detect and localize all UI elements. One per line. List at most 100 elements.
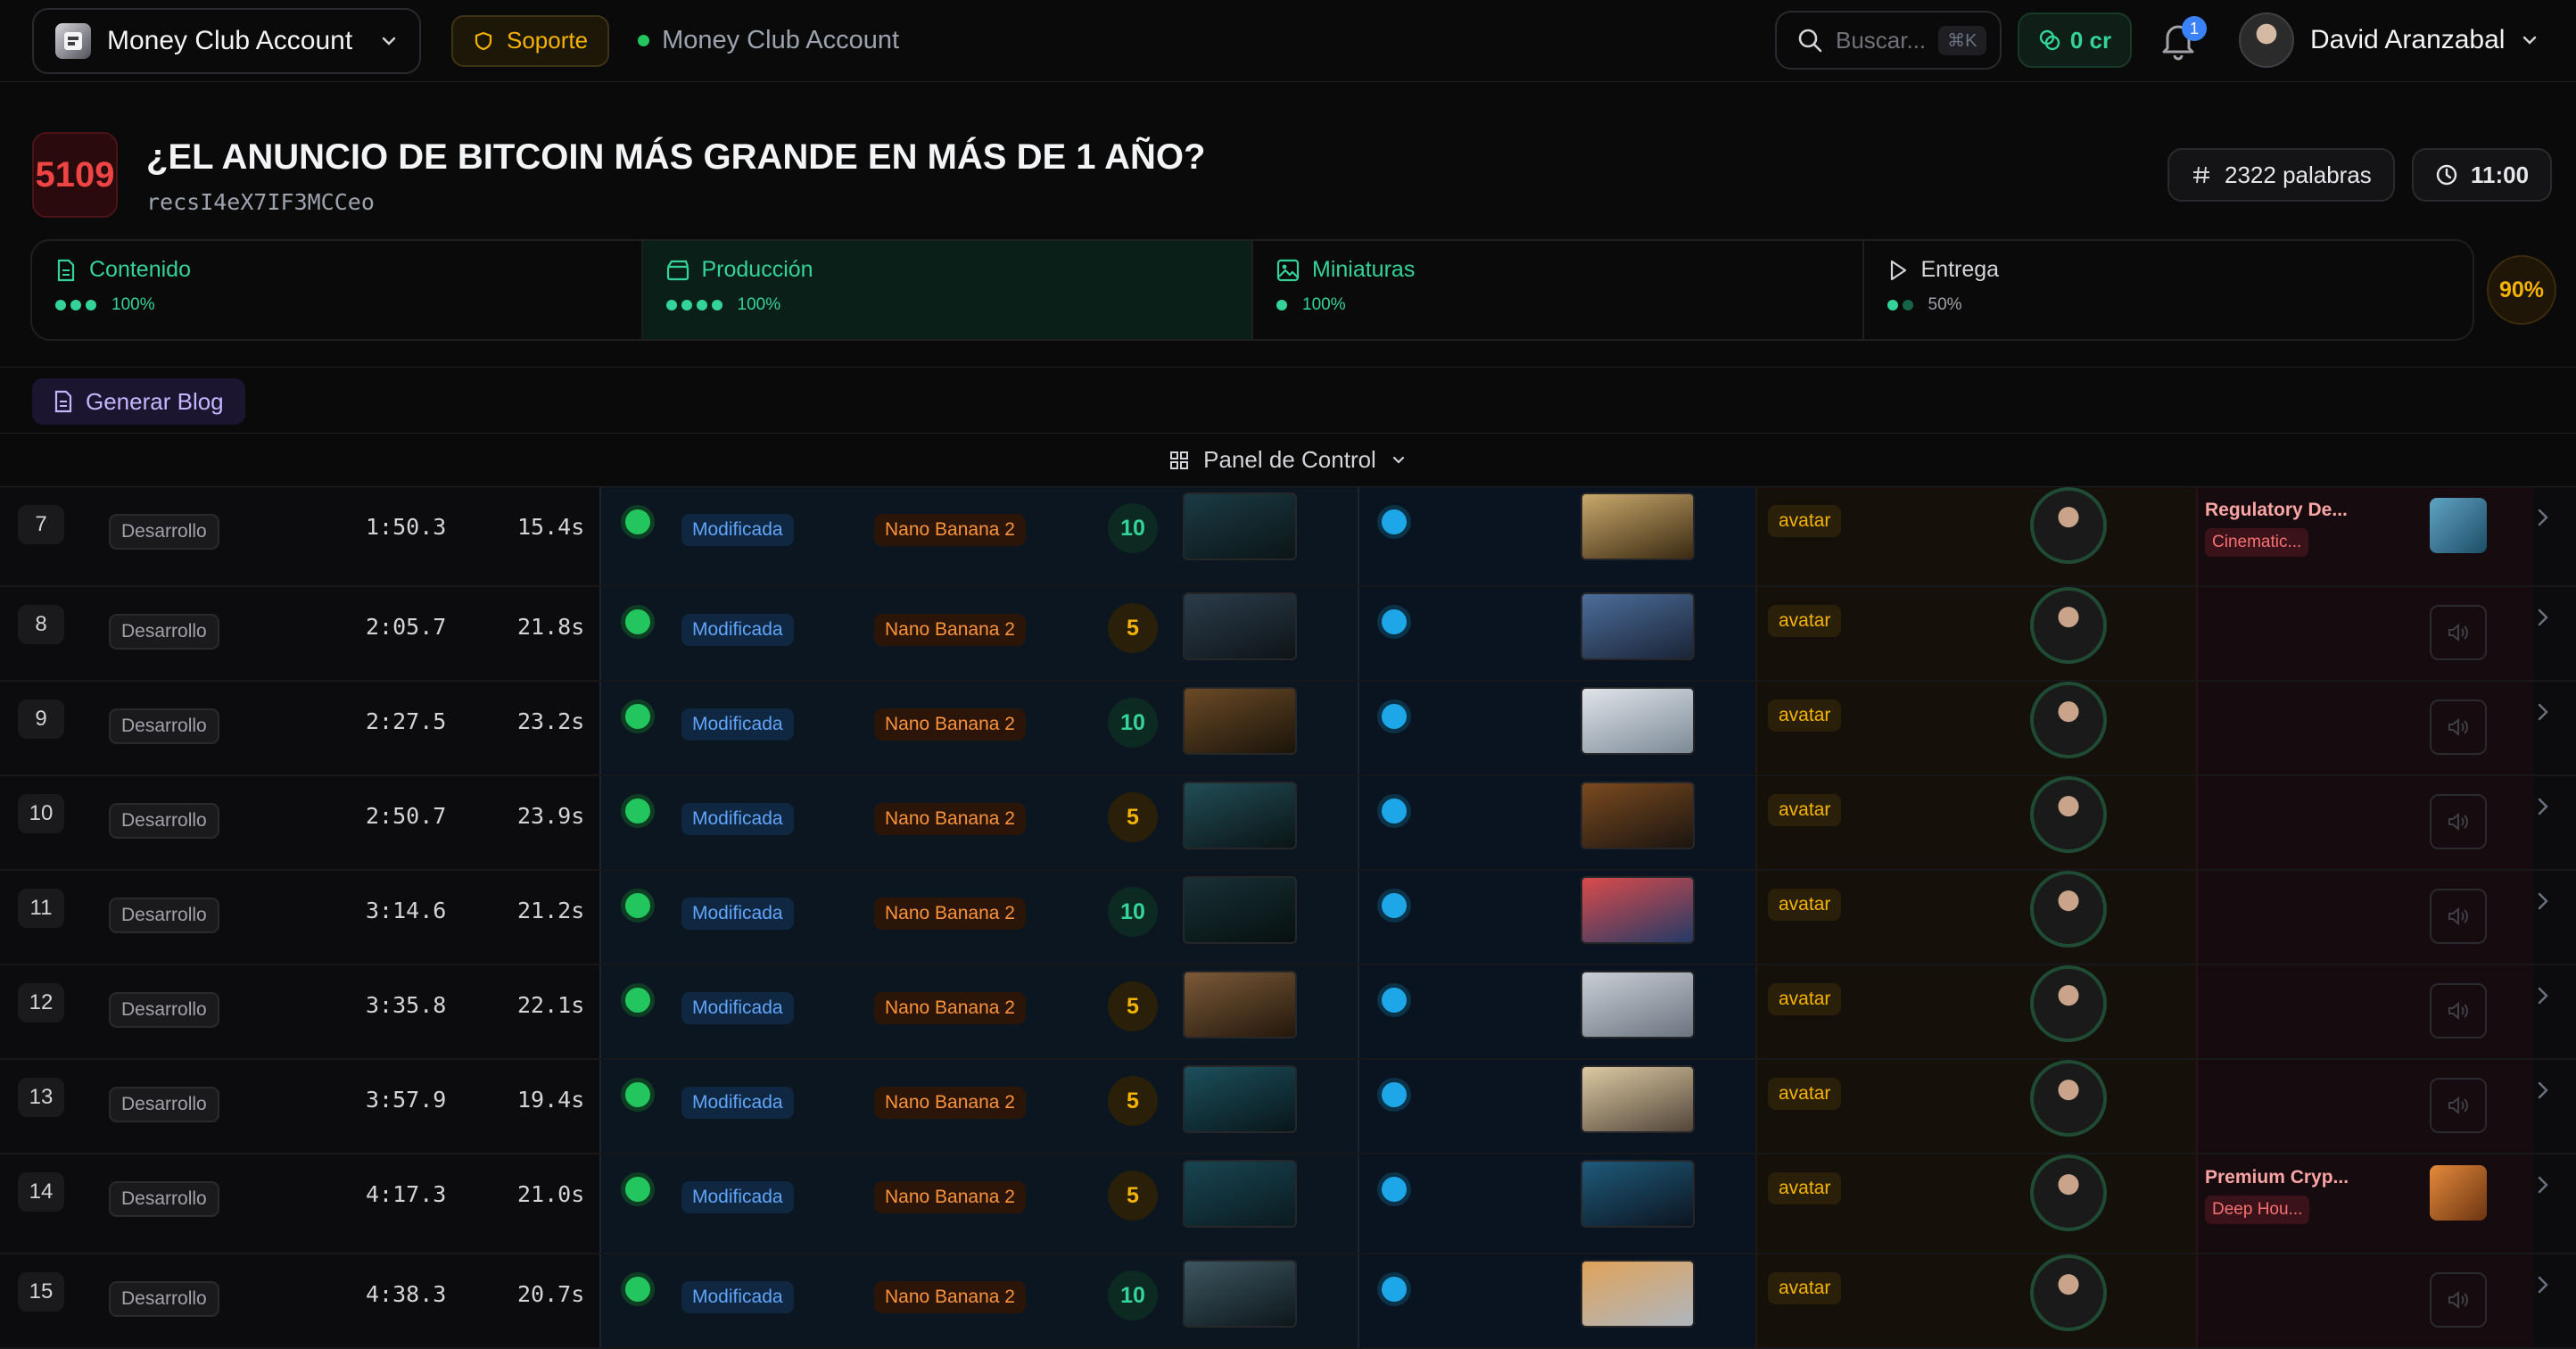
scene-image-thumbnail[interactable] [1183,492,1297,560]
avatar [2239,12,2294,68]
broll-image-thumbnail[interactable] [1581,592,1695,660]
scene-image-thumbnail[interactable] [1183,782,1297,849]
presenter-avatar[interactable] [2030,871,2107,948]
status-badge: Desarrollo [109,614,219,650]
expand-cell [2533,776,2576,869]
search-input[interactable]: Buscar... ⌘K [1775,11,2002,70]
presenter-avatar[interactable] [2030,1060,2107,1137]
chevron-right-icon[interactable] [2535,796,2551,817]
broll-image-thumbnail[interactable] [1581,1260,1695,1328]
action-bar: Generar Blog [0,369,2576,434]
music-track[interactable]: Premium Cryp... Deep Hou... [2205,1167,2349,1224]
progress-dot [665,300,677,310]
music-cover-thumbnail[interactable] [2430,1165,2487,1221]
chevron-right-icon[interactable] [2535,890,2551,912]
table-row[interactable]: 9 Desarrollo 2:27.5 23.2s Modificada Nan… [0,682,2576,776]
generate-blog-label: Generar Blog [86,387,224,415]
progress-dot [1276,300,1287,310]
table-row[interactable]: 10 Desarrollo 2:50.7 23.9s Modificada Na… [0,776,2576,871]
speaker-icon[interactable] [2430,794,2487,849]
table-row[interactable]: 7 Desarrollo 1:50.3 15.4s Modificada Nan… [0,487,2576,587]
speaker-icon[interactable] [2430,605,2487,660]
model-badge: Nano Banana 2 [874,514,1026,546]
broll-image-thumbnail[interactable] [1581,1065,1695,1133]
stage-delivery[interactable]: Entrega 50% [1864,241,2473,339]
word-count-chip: 2322 palabras [2167,148,2395,202]
account-switcher[interactable]: Money Club Account [32,7,421,74]
score-badge: 5 [1108,1171,1158,1221]
notifications-button[interactable]: 1 [2159,16,2207,62]
broll-image-thumbnail[interactable] [1581,1160,1695,1228]
broll-image-thumbnail[interactable] [1581,687,1695,755]
account-name: Money Club Account [107,25,353,55]
presenter-avatar[interactable] [2030,776,2107,853]
stage-label: Entrega [1920,257,2000,282]
scene-image-thumbnail[interactable] [1183,687,1297,755]
scene-duration: 15.4s [517,514,585,540]
search-shortcut: ⌘K [1938,25,1986,55]
control-panel-label: Panel de Control [1203,446,1376,473]
status-indicator-icon [621,794,655,828]
thumbnail-cell [1358,487,1755,585]
speaker-icon[interactable] [2430,699,2487,755]
scene-start-time: 2:27.5 [366,708,447,734]
music-cover-thumbnail[interactable] [2430,498,2487,553]
presenter-avatar[interactable] [2030,1254,2107,1331]
generate-blog-button[interactable]: Generar Blog [32,378,245,425]
broll-image-thumbnail[interactable] [1581,782,1695,849]
scene-image-thumbnail[interactable] [1183,1160,1297,1228]
broll-image-thumbnail[interactable] [1581,876,1695,944]
chevron-right-icon[interactable] [2535,1080,2551,1101]
table-row[interactable]: 13 Desarrollo 3:57.9 19.4s Modificada Na… [0,1060,2576,1155]
stage-production[interactable]: Producción 100% [642,241,1253,339]
presenter-avatar[interactable] [2030,1155,2107,1231]
stage-content[interactable]: Contenido 100% [32,241,643,339]
avatar-tag: avatar [1768,889,1842,921]
speaker-icon[interactable] [2430,1078,2487,1133]
stage-thumbnails[interactable]: Miniaturas 100% [1253,241,1864,339]
table-row[interactable]: 12 Desarrollo 3:35.8 22.1s Modificada Na… [0,965,2576,1060]
chevron-right-icon[interactable] [2535,1174,2551,1196]
status-indicator-icon [1377,1272,1411,1306]
chevron-right-icon[interactable] [2535,1274,2551,1295]
scene-start-time: 4:17.3 [366,1181,447,1207]
speaker-icon[interactable] [2430,983,2487,1039]
status-badge: Desarrollo [109,992,219,1028]
broll-image-thumbnail[interactable] [1581,492,1695,560]
chevron-right-icon[interactable] [2535,985,2551,1006]
music-title: Premium Cryp... [2205,1167,2349,1188]
status-indicator-icon [621,699,655,733]
project-header: 5109 ¿EL ANUNCIO DE BITCOIN MÁS GRANDE E… [0,82,2576,368]
score-badge: 5 [1108,792,1158,842]
table-row[interactable]: 15 Desarrollo 4:38.3 20.7s Modificada Na… [0,1254,2576,1349]
support-button[interactable]: Soporte [451,14,610,67]
table-row[interactable]: 14 Desarrollo 4:17.3 21.0s Modificada Na… [0,1155,2576,1254]
speaker-icon[interactable] [2430,1272,2487,1328]
presenter-avatar[interactable] [2030,965,2107,1042]
scene-image-thumbnail[interactable] [1183,876,1297,944]
chevron-right-icon[interactable] [2535,701,2551,723]
scene-image-thumbnail[interactable] [1183,971,1297,1039]
presenter-avatar[interactable] [2030,682,2107,758]
chevron-right-icon[interactable] [2535,507,2551,528]
scene-image-thumbnail[interactable] [1183,1260,1297,1328]
scene-image-thumbnail[interactable] [1183,592,1297,660]
broll-image-thumbnail[interactable] [1581,971,1695,1039]
presenter-avatar[interactable] [2030,587,2107,664]
scene-image-thumbnail[interactable] [1183,1065,1297,1133]
scene-number: 12 [18,983,64,1022]
presenter-avatar[interactable] [2030,487,2107,564]
model-badge: Nano Banana 2 [874,1181,1026,1213]
music-genre-badge: Cinematic... [2205,528,2309,557]
control-panel-toggle[interactable]: Panel de Control [0,434,2576,487]
user-menu[interactable]: David Aranzabal [2239,12,2539,68]
table-row[interactable]: 11 Desarrollo 3:14.6 21.2s Modificada Na… [0,871,2576,965]
music-track[interactable]: Regulatory De... Cinematic... [2205,500,2348,557]
chevron-right-icon[interactable] [2535,607,2551,628]
speaker-icon[interactable] [2430,889,2487,944]
duration: 11:00 [2471,161,2530,188]
scene-info-cell [0,682,599,774]
credits-button[interactable]: 0 cr [2018,12,2132,68]
expand-cell [2533,587,2576,680]
table-row[interactable]: 8 Desarrollo 2:05.7 21.8s Modificada Nan… [0,587,2576,682]
